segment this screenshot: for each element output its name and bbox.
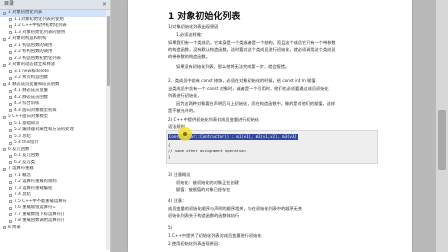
- expand-icon[interactable]: [9, 89, 12, 93]
- paragraph-text: 如果我们有一个类成员，它本身是一个类或者是一个结构，而且这个成员它只有一个带参数: [168, 40, 336, 45]
- expand-icon[interactable]: [9, 174, 12, 177]
- expand-icon[interactable]: [3, 11, 6, 15]
- expand-icon[interactable]: [9, 200, 12, 203]
- expand-icon[interactable]: [9, 154, 12, 158]
- expand-icon[interactable]: [9, 187, 12, 190]
- expand-icon[interactable]: [9, 109, 12, 112]
- paragraph-text: 的构造函数，没有默认构造函数。这时要对这个类成员进行初始化，就必须调用这个类成员: [168, 47, 336, 52]
- nav-item[interactable]: 8 附录: [0, 225, 106, 232]
- document-page[interactable]: 1 对象初始化列表 1)对象初始化列表出现原因 1.必须这样做： 如果我们有一个…: [128, 0, 412, 252]
- navigation-header: 目录 ✕: [0, 0, 110, 10]
- section-heading: 5): [168, 225, 173, 230]
- expand-icon[interactable]: [9, 206, 12, 210]
- expand-icon[interactable]: [9, 96, 12, 99]
- paragraph-text: 当类成员中含有一个 const 对象时，或者是一个引用时，他们也必须要通过成员初…: [168, 86, 329, 91]
- page-title: 1 对象初始化列表: [168, 12, 241, 22]
- navigation-scroll-thumb[interactable]: [106, 16, 110, 86]
- expand-icon[interactable]: [9, 31, 12, 34]
- expand-icon[interactable]: [9, 135, 12, 138]
- navigation-title: 目录: [4, 1, 15, 7]
- expand-icon[interactable]: [9, 161, 12, 164]
- watermark: Youku: [392, 2, 410, 9]
- section-heading: 3) 注意概念: [168, 172, 191, 177]
- paragraph-text: 成员变量的初始化顺序与声明的顺序相关，与在初始化列表中的顺序无关: [168, 206, 303, 211]
- paragraph-text: 赋值：被赋值的对象已经存在: [176, 187, 231, 192]
- navigation-pane: 目录 ✕ 1 对象初始化列表 1.1对象初始化列表的使用 1.2 C++中提供初始化…: [0, 0, 111, 252]
- close-icon[interactable]: ✕: [102, 0, 107, 9]
- paragraph-text: 是不被允许的。: [168, 108, 198, 113]
- expand-icon[interactable]: [9, 141, 12, 145]
- expand-icon[interactable]: [9, 44, 12, 47]
- paragraph-text: 2 使用初始化列表出现原因：: [168, 241, 223, 246]
- paragraph-text: 如果没有初始化列表，那么他将无法完成第一步，就会报错。: [176, 64, 290, 69]
- expand-icon[interactable]: [9, 219, 12, 223]
- expand-icon[interactable]: [9, 122, 12, 125]
- paragraph-text: 的带参数的构造函数。: [168, 54, 210, 59]
- expand-icon[interactable]: [9, 193, 12, 197]
- expand-icon[interactable]: [9, 24, 12, 28]
- code-line: // some other assignment operation: [168, 148, 246, 153]
- expand-icon[interactable]: [9, 50, 12, 54]
- document-scrollbar[interactable]: [436, 0, 448, 252]
- expand-icon[interactable]: [3, 167, 6, 171]
- expand-icon[interactable]: [3, 63, 6, 67]
- expand-icon[interactable]: [9, 57, 12, 60]
- expand-icon[interactable]: [9, 213, 12, 216]
- paragraph-text: 初始化列表先于构造函数的函数体执行: [168, 213, 240, 218]
- expand-icon[interactable]: [9, 102, 12, 106]
- expand-icon[interactable]: [9, 76, 12, 80]
- expand-icon[interactable]: [3, 148, 6, 151]
- paragraph-text: 1.必须这样做：: [176, 32, 206, 37]
- section-heading: 4) 注意：: [168, 198, 187, 203]
- expand-icon[interactable]: [9, 128, 12, 132]
- expand-icon[interactable]: [3, 226, 6, 229]
- expand-icon[interactable]: [9, 70, 12, 73]
- paragraph-text: 列表进行初始化，: [168, 93, 202, 98]
- expand-icon[interactable]: [3, 115, 6, 119]
- navigation-scrollbar[interactable]: [106, 10, 110, 250]
- nav-item-label: 8 附录: [8, 224, 21, 230]
- document-scroll-thumb[interactable]: [438, 110, 446, 170]
- expand-icon[interactable]: [9, 18, 12, 21]
- expand-icon[interactable]: [3, 37, 6, 41]
- expand-icon[interactable]: [3, 83, 6, 86]
- cursor-icon: [183, 132, 187, 136]
- paragraph-text: 初始化：被初始化的对象正在创建: [176, 180, 239, 185]
- code-line: {: [168, 142, 171, 147]
- paragraph-text: 因为这两种对象要在声明后马上初始化，而在构造函数中，做的是对他们的赋值，这样: [176, 101, 336, 106]
- section-heading: 2) C++中提供初始化列表对成员变量进行初始化: [168, 117, 259, 122]
- code-line: }: [168, 154, 171, 159]
- paragraph-text: 1 C++中提供了初始化列表对成员变量进行初始化: [168, 233, 262, 238]
- paragraph-text: 2、类成员中若有 const 修饰，必须在对象初始化的时候，给 const in…: [168, 78, 316, 83]
- section-heading: 1)对象初始化列表出现原因: [168, 24, 219, 29]
- expand-icon[interactable]: [9, 180, 12, 184]
- navigation-tree: 1 对象初始化列表 1.1对象初始化列表的使用 1.2 C++中提供初始化列表 1.3…: [0, 10, 106, 250]
